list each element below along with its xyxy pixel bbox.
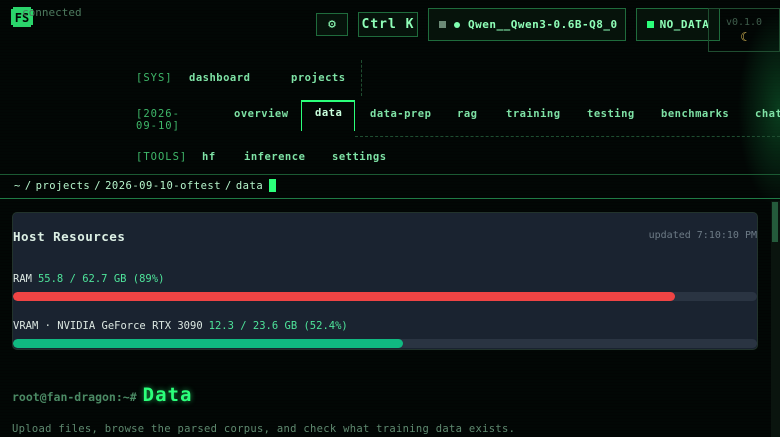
- data-status-square-icon: [646, 21, 654, 28]
- nav-item-settings[interactable]: settings: [332, 151, 387, 163]
- ram-label: RAM: [13, 273, 32, 285]
- nav-item-projects[interactable]: projects: [291, 72, 346, 84]
- breadcrumb-bottom-border: [0, 198, 780, 199]
- breadcrumb-project[interactable]: 2026-09-10-oftest: [105, 180, 221, 192]
- command-palette-button[interactable]: Ctrl K: [358, 12, 418, 37]
- nav-item-hf[interactable]: hf: [202, 151, 216, 163]
- scrollbar-thumb[interactable]: [772, 202, 778, 242]
- version-label: v0.1.0: [725, 17, 763, 28]
- breadcrumb-current: data: [235, 180, 264, 192]
- ram-metric: RAM 55.8 / 62.7 GB (89%): [13, 273, 164, 285]
- page-heading: root@fan-dragon:~# Data: [12, 384, 192, 406]
- vram-value: 12.3 / 23.6 GB (52.4%): [208, 320, 348, 332]
- shell-prompt: root@fan-dragon:~#: [12, 390, 137, 404]
- vram-bar-fill: [13, 339, 403, 348]
- nav-section-tools: [TOOLS]: [136, 151, 188, 163]
- vram-label: VRAM · NVIDIA GeForce RTX 3090: [13, 320, 203, 332]
- model-status-dot-icon: [454, 21, 460, 28]
- version-theme-box[interactable]: v0.1.0 ☾: [708, 8, 780, 52]
- tab-chat[interactable]: chat: [755, 108, 780, 120]
- tab-training[interactable]: training: [506, 108, 561, 120]
- tab-overview[interactable]: overview: [234, 108, 289, 120]
- ram-bar-fill: [13, 292, 676, 301]
- breadcrumb-projects[interactable]: projects: [36, 180, 91, 192]
- nav-item-inference[interactable]: inference: [244, 151, 305, 163]
- nav-dashed-divider: [355, 136, 780, 137]
- tab-benchmarks[interactable]: benchmarks: [661, 108, 729, 120]
- tab-data-prep[interactable]: data-prep: [370, 108, 431, 120]
- settings-button[interactable]: ⚙: [316, 13, 348, 36]
- host-resources-title: Host Resources: [13, 229, 126, 244]
- connection-status: connected: [22, 6, 82, 19]
- ram-value: 55.8 / 62.7 GB (89%): [37, 273, 165, 285]
- model-selector[interactable]: Qwen__Qwen3-0.6B-Q8_0: [428, 8, 626, 41]
- nav-section-date: [2026-09-10]: [136, 108, 180, 132]
- page-description: Upload files, browse the parsed corpus, …: [12, 423, 516, 435]
- ram-bar-track: [13, 292, 757, 301]
- vram-bar-track: [13, 339, 757, 348]
- gear-icon: ⚙: [328, 17, 336, 32]
- nav-item-dashboard[interactable]: dashboard: [189, 72, 250, 84]
- tab-testing[interactable]: testing: [587, 108, 635, 120]
- page-title: Data: [142, 384, 193, 406]
- vram-metric: VRAM · NVIDIA GeForce RTX 3090 12.3 / 23.…: [13, 320, 348, 332]
- nav-divider: [361, 60, 362, 96]
- data-status-label: NO_DATA: [659, 18, 710, 31]
- nav-section-sys: [SYS]: [136, 72, 173, 84]
- nav-bottom-border: [0, 174, 780, 175]
- model-name: Qwen__Qwen3-0.6B-Q8_0: [468, 18, 618, 31]
- model-status-square-icon: [439, 21, 446, 28]
- moon-icon[interactable]: ☾: [709, 30, 779, 44]
- breadcrumb: ~ / projects/2026-09-10-oftest / data: [14, 178, 277, 192]
- tab-data[interactable]: data: [315, 107, 342, 119]
- terminal-cursor: [269, 178, 277, 192]
- updated-timestamp: updated 7:10:10 PM: [648, 230, 757, 241]
- breadcrumb-home[interactable]: ~: [14, 180, 21, 192]
- tab-rag[interactable]: rag: [457, 108, 477, 120]
